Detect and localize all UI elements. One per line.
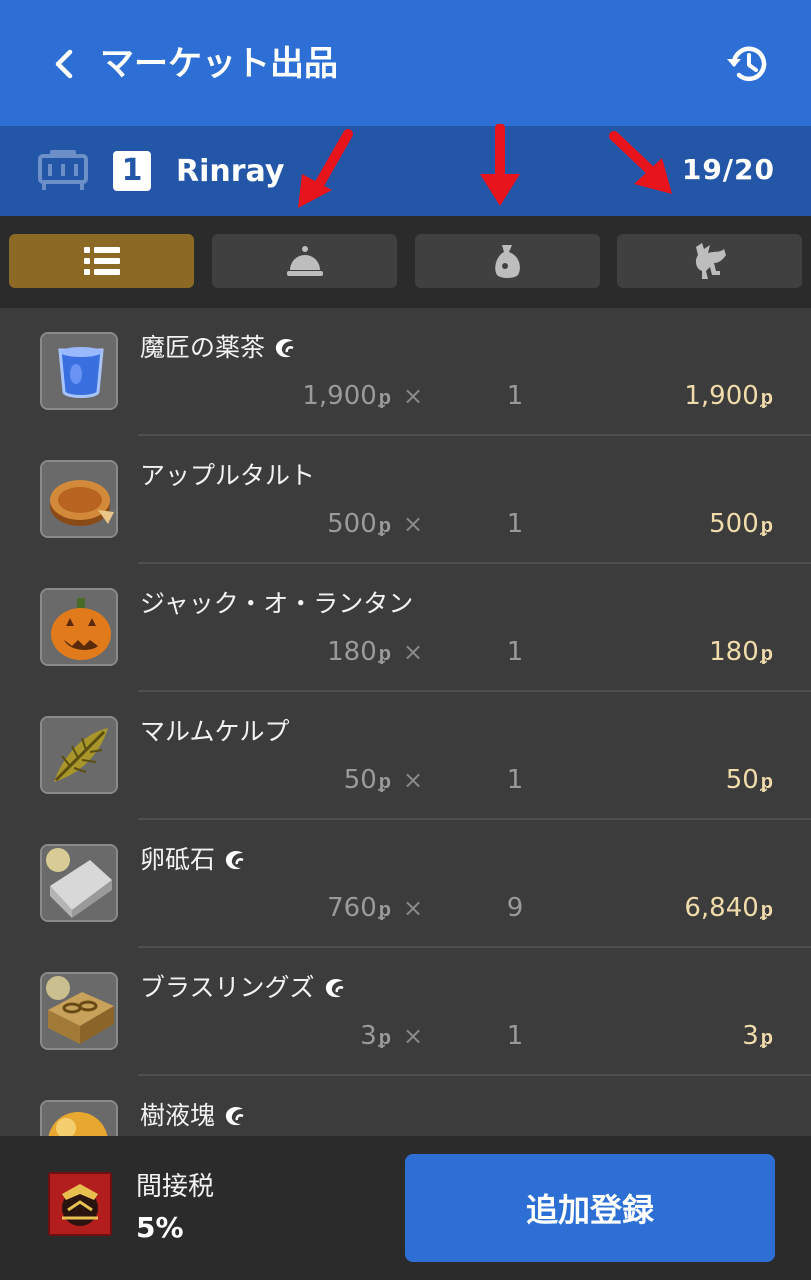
total-price: 180 ᵱ [709, 637, 773, 667]
tab-all[interactable] [9, 234, 194, 288]
apple-tart-icon [40, 460, 118, 538]
slot-count: 19/20 [681, 153, 775, 186]
quantity: 1 [506, 765, 524, 795]
unit-price: 50 ᵱ [343, 765, 391, 795]
quantity: 1 [506, 509, 524, 539]
history-button[interactable] [722, 38, 774, 90]
tab-bell[interactable] [212, 234, 397, 288]
annotation-arrow-left [298, 129, 353, 208]
list-item[interactable]: ジャック・オ・ランタン 180 ᵱ × 1 180 ᵱ [0, 564, 811, 692]
hq-icon [325, 978, 344, 998]
chocobo-icon [695, 243, 726, 279]
hq-icon [275, 338, 294, 358]
list-icon [83, 247, 120, 275]
whetstone-icon [40, 844, 118, 922]
tax-value: 5% [136, 1211, 184, 1244]
total-price: 1,900 ᵱ [684, 381, 773, 411]
unit-price: 500 ᵱ [327, 509, 391, 539]
retainer-bell-icon [38, 150, 88, 190]
item-name: 魔匠の薬茶 [140, 333, 266, 362]
total-price: 50 ᵱ [725, 765, 773, 795]
unit-price: 180 ᵱ [327, 637, 391, 667]
unit-price: 3ᵱ [360, 1021, 391, 1051]
list-item[interactable]: 樹液塊 [0, 1076, 811, 1136]
history-icon [727, 46, 767, 81]
quantity: 1 [506, 637, 524, 667]
item-name: マルムケルプ [140, 717, 290, 746]
total-price: 6,840 ᵱ [684, 893, 773, 923]
hq-icon [225, 1106, 244, 1126]
bell-icon [286, 246, 323, 276]
total-price: 500 ᵱ [709, 509, 773, 539]
hq-icon [225, 850, 244, 870]
item-name: アップルタルト [140, 461, 316, 490]
annotation-arrow-center [480, 124, 520, 206]
list-item[interactable]: ブラスリングズ 3ᵱ × 1 3ᵱ [0, 948, 811, 1076]
bag-icon [494, 245, 520, 278]
tab-chocobo[interactable] [617, 234, 802, 288]
list-item[interactable]: 魔匠の薬茶 1,900 ᵱ × 1 1,900 ᵱ [0, 308, 811, 436]
quantity: 1 [506, 381, 524, 411]
retainer-name: Rinray [176, 154, 285, 189]
item-name: 卵砥石 [140, 845, 216, 874]
add-listing-button[interactable]: 追加登録 [405, 1154, 775, 1262]
times-sign: × [403, 894, 424, 922]
unit-price: 760 ᵱ [327, 893, 391, 923]
list-item[interactable]: アップルタルト 500 ᵱ × 1 500 ᵱ [0, 436, 811, 564]
times-sign: × [403, 766, 424, 794]
back-button[interactable] [44, 44, 84, 84]
kelp-icon [40, 716, 118, 794]
annotation-arrow-right [609, 131, 672, 194]
times-sign: × [403, 382, 424, 410]
item-name: ジャック・オ・ランタン [140, 589, 414, 618]
list-item[interactable]: 卵砥石 760 ᵱ × 9 6,840 ᵱ [0, 820, 811, 948]
list-item[interactable]: マルムケルプ 50 ᵱ × 1 50 ᵱ [0, 692, 811, 820]
times-sign: × [403, 638, 424, 666]
quantity: 9 [506, 893, 524, 923]
blue-tea-icon [40, 332, 118, 410]
listing-list: 魔匠の薬茶 1,900 ᵱ × 1 1,900 ᵱ アップルタルト 500 ᵱ × 1… [0, 308, 811, 1136]
sap-icon [40, 1100, 118, 1136]
retainer-number-badge: 1 [113, 151, 151, 191]
page-title: マーケット出品 [100, 44, 338, 84]
times-sign: × [403, 1022, 424, 1050]
city-emblem-icon [48, 1172, 112, 1236]
item-name: ブラスリングズ [140, 973, 315, 1002]
total-price: 3ᵱ [742, 1021, 773, 1051]
unit-price: 1,900 ᵱ [302, 381, 391, 411]
times-sign: × [403, 510, 424, 538]
quantity: 1 [506, 1021, 524, 1051]
tab-bag[interactable] [415, 234, 600, 288]
chevron-left-icon [55, 49, 73, 79]
item-name: 樹液塊 [140, 1101, 216, 1130]
pumpkin-icon [40, 588, 118, 666]
brass-rings-icon [40, 972, 118, 1050]
tax-label: 間接税 [136, 1172, 215, 1202]
